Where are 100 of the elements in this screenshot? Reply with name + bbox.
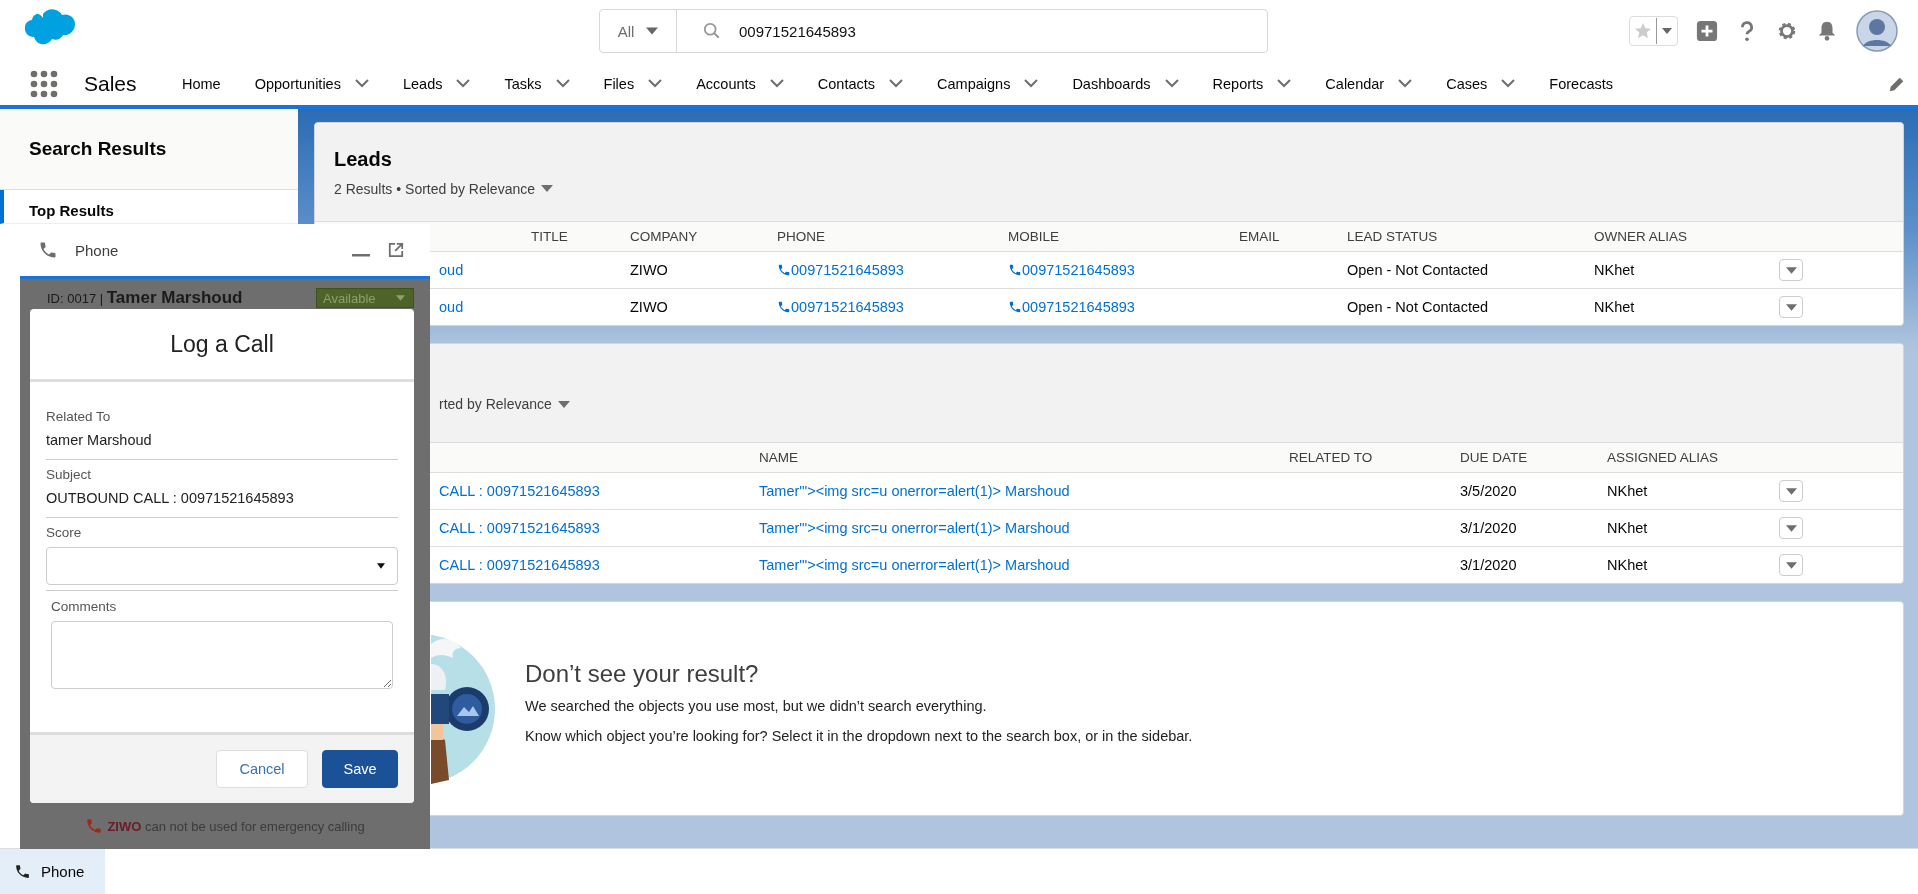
phone-icon[interactable] — [14, 863, 31, 880]
search-icon — [703, 22, 721, 40]
column-header: OWNER ALIAS — [1594, 229, 1689, 244]
nav-tab[interactable]: Tasks — [504, 75, 542, 92]
empty-state-title: Don’t see your result? — [525, 659, 760, 688]
table-cell-text: ZIWO — [630, 299, 669, 315]
plus-icon[interactable] — [1696, 20, 1718, 42]
table-cell-text: NKhet — [1607, 520, 1649, 536]
column-header: MOBILE — [1008, 229, 1060, 244]
task-subject-link[interactable]: CALL : 00971521645893 — [439, 520, 600, 536]
table-cell-text: NKhet — [1594, 299, 1636, 315]
empty-state-text: Know which object you’re looking for? Select it in the dropdown next to the search box, or in the sidebar. — [525, 727, 1193, 744]
nav-tab[interactable]: Leads — [402, 75, 443, 92]
nav-tab[interactable]: Home — [182, 75, 221, 92]
field-label: Subject — [46, 466, 93, 484]
favorites-button[interactable] — [1629, 16, 1678, 46]
table-cell-text: Open - Not Contacted — [1347, 299, 1490, 315]
phone-icon — [85, 817, 104, 835]
table-cell-text: 3/1/2020 — [1460, 520, 1518, 536]
column-header: LEAD STATUS — [1347, 229, 1439, 244]
name-link[interactable]: Tamer'"><img src=u onerror=alert(1)> Marshoud — [759, 557, 1070, 573]
row-menu-button[interactable] — [1779, 480, 1803, 502]
field-label: Related To — [46, 408, 112, 426]
phone-link[interactable]: 00971521645893 — [1022, 262, 1135, 278]
column-header: EMAIL — [1239, 229, 1281, 244]
table-cell-text: Open - Not Contacted — [1347, 262, 1490, 278]
name-link[interactable]: Tamer'"><img src=u onerror=alert(1)> Marshoud — [759, 483, 1070, 499]
chevron-icon[interactable] — [555, 79, 570, 88]
chevron-icon[interactable] — [1164, 79, 1179, 88]
results-summary: 2 Results • Sorted by Relevance — [334, 180, 535, 197]
nav-tab[interactable]: Campaigns — [937, 75, 1011, 92]
utility-tab[interactable]: Phone — [0, 849, 105, 894]
table-cell-text: ZIWO — [630, 262, 669, 278]
nav-tab[interactable]: Contacts — [817, 75, 876, 92]
phone-link[interactable]: 00971521645893 — [1022, 299, 1135, 315]
nav-tab[interactable]: Reports — [1212, 75, 1264, 92]
card-title: Leads — [334, 147, 393, 171]
results-summary: rted by Relevance — [439, 396, 552, 412]
chevron-icon[interactable] — [1024, 79, 1039, 88]
nav-tab[interactable]: Opportunities — [254, 75, 341, 92]
column-header: TITLE — [531, 229, 569, 244]
empty-state-text: We searched the objects you use most, but we didn’t search everything. — [525, 697, 988, 714]
chevron-icon[interactable] — [354, 79, 369, 88]
nav-tab[interactable]: Dashboards — [1072, 75, 1151, 92]
agent-info: ID: 0017 | Tamer Marshoud — [47, 288, 243, 308]
phone-link[interactable]: 00971521645893 — [791, 299, 904, 315]
row-menu-button[interactable] — [1779, 517, 1803, 539]
nav-tab[interactable]: Forecasts — [1549, 75, 1613, 92]
field-label: Score — [46, 525, 82, 540]
table-cell-text: NKhet — [1607, 557, 1649, 573]
column-header: COMPANY — [630, 229, 699, 244]
cancel-button[interactable]: Cancel — [216, 750, 308, 788]
nav-tab[interactable]: Calendar — [1325, 75, 1385, 92]
chevron-icon[interactable] — [1277, 79, 1292, 88]
comments-field[interactable] — [51, 621, 393, 689]
phone-icon — [38, 240, 58, 260]
lead-name-link[interactable]: oud — [439, 262, 464, 278]
row-menu-button[interactable] — [1779, 259, 1803, 281]
task-subject-link[interactable]: CALL : 00971521645893 — [439, 483, 600, 499]
table-cell-text: NKhet — [1607, 483, 1649, 499]
field-label: Comments — [51, 598, 118, 616]
column-header: DUE DATE — [1460, 450, 1529, 465]
save-button[interactable]: Save — [322, 750, 398, 788]
name-link[interactable]: Tamer'"><img src=u onerror=alert(1)> Marshoud — [759, 520, 1070, 536]
avatar-icon[interactable] — [1856, 10, 1898, 52]
nav-tab[interactable]: Files — [603, 75, 635, 92]
table-cell-text: 3/1/2020 — [1460, 557, 1518, 573]
panel-title: Phone — [75, 241, 119, 259]
popout-icon[interactable] — [388, 242, 404, 258]
phone-link[interactable]: 00971521645893 — [791, 262, 904, 278]
column-header: ASSIGNED ALIAS — [1607, 450, 1720, 465]
app-name: Sales — [84, 71, 138, 96]
row-menu-button[interactable] — [1779, 296, 1803, 318]
notifications-icon[interactable] — [1816, 20, 1838, 42]
chevron-icon[interactable] — [1501, 79, 1516, 88]
caret-icon[interactable] — [377, 563, 385, 569]
nav-tab[interactable]: Cases — [1446, 75, 1488, 92]
settings-icon[interactable] — [1776, 20, 1798, 42]
column-header: NAME — [759, 450, 799, 465]
table-cell-text: NKhet — [1594, 262, 1636, 278]
search-value: 00971521645893 — [739, 22, 856, 40]
sidebar-title: Search Results — [29, 138, 167, 160]
field-value[interactable]: tamer Marshoud — [46, 427, 398, 453]
chevron-icon[interactable] — [1398, 79, 1413, 88]
column-header: RELATED TO — [1289, 450, 1374, 465]
nav-tab[interactable]: Accounts — [696, 75, 756, 92]
field-value[interactable]: OUTBOUND CALL : 00971521645893 — [46, 485, 398, 511]
chevron-icon[interactable] — [648, 79, 663, 88]
search-scope-dropdown[interactable]: All — [600, 10, 677, 52]
lead-name-link[interactable]: oud — [439, 299, 464, 315]
app-launcher-icon[interactable] — [30, 69, 58, 98]
chevron-icon[interactable] — [889, 79, 904, 88]
row-menu-button[interactable] — [1779, 554, 1803, 576]
task-subject-link[interactable]: CALL : 00971521645893 — [439, 557, 600, 573]
table-cell-text: 3/5/2020 — [1460, 483, 1518, 499]
search-field[interactable]: All 00971521645893 — [599, 9, 1268, 53]
chevron-icon[interactable] — [769, 79, 784, 88]
minimize-icon[interactable] — [352, 253, 370, 257]
chevron-icon[interactable] — [456, 79, 471, 88]
modal-title: Log a Call — [170, 330, 274, 358]
